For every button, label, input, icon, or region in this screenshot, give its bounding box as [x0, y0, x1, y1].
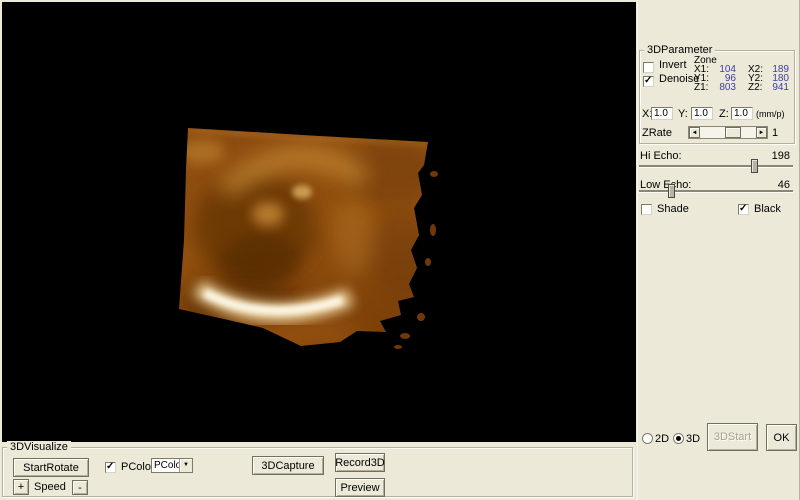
visualize-panel: 3DVisualize StartRotate + Speed - PColor…: [0, 442, 637, 500]
group-3dvisualize: 3DVisualize StartRotate + Speed - PColor…: [2, 447, 633, 497]
zone-z2-value: 941: [767, 83, 789, 93]
zone-z1-value: 803: [714, 83, 736, 93]
parameter-panel: 3DParameter Invert Denoise Zone X1: 104 …: [637, 0, 800, 500]
zrate-scrollbar-thumb[interactable]: [725, 127, 741, 138]
scale-unit-label: (mm/p): [756, 109, 785, 119]
start3d-button[interactable]: 3DStart: [707, 423, 758, 451]
scale-z-label: Z:: [719, 108, 729, 120]
shade-checkbox[interactable]: [641, 204, 652, 215]
start-rotate-button[interactable]: StartRotate: [13, 458, 89, 477]
record3d-button[interactable]: Record3D: [335, 453, 385, 472]
group-3dparameter: 3DParameter Invert Denoise Zone X1: 104 …: [639, 50, 795, 144]
capture3d-button[interactable]: 3DCapture: [252, 456, 324, 475]
hi-echo-slider[interactable]: [639, 159, 793, 173]
scale-x-input[interactable]: 1.0: [651, 107, 673, 120]
zrate-label: ZRate: [642, 127, 672, 139]
mode-3d-radio[interactable]: [673, 433, 684, 444]
speed-label: Speed: [34, 481, 66, 493]
speed-plus-button[interactable]: +: [13, 479, 29, 495]
ultrasound-volume-render: [2, 2, 636, 442]
mode-2d-radio[interactable]: [642, 433, 653, 444]
zone-row-z: Z1: 803 Z2: 941: [694, 83, 794, 93]
black-checkbox[interactable]: [738, 204, 749, 215]
ok-button[interactable]: OK: [766, 424, 797, 451]
scale-z-input[interactable]: 1.0: [731, 107, 753, 120]
scale-y-input[interactable]: 1.0: [691, 107, 713, 120]
speed-minus-button[interactable]: -: [72, 480, 88, 495]
mode-2d-label[interactable]: 2D: [655, 433, 669, 445]
zrate-value: 1: [772, 127, 778, 139]
zone-z1-label: Z1:: [694, 83, 708, 93]
pcolor-label: PColor: [121, 461, 155, 473]
preview-button[interactable]: Preview: [335, 478, 385, 497]
zrate-scrollbar-track[interactable]: [700, 127, 756, 138]
invert-checkbox[interactable]: [643, 62, 654, 73]
shade-label: Shade: [657, 203, 689, 215]
group-3dvisualize-title: 3DVisualize: [7, 441, 71, 453]
low-echo-slider[interactable]: [639, 184, 793, 198]
zrate-scrollbar[interactable]: ◄ ►: [688, 126, 768, 139]
black-label: Black: [754, 203, 781, 215]
low-echo-slider-thumb[interactable]: [668, 184, 675, 198]
invert-label: Invert: [659, 59, 687, 71]
render-viewport[interactable]: [2, 2, 636, 442]
scale-y-label: Y:: [678, 108, 688, 120]
pcolor-select-dropdown-icon[interactable]: ▼: [179, 459, 192, 472]
pcolor-select[interactable]: PColor ▼: [151, 458, 193, 473]
app-window: { "colors": { "panel_bg": "#ece9d8", "vi…: [0, 0, 800, 500]
mode-3d-label[interactable]: 3D: [686, 433, 700, 445]
zrate-left-arrow-icon[interactable]: ◄: [689, 127, 700, 138]
denoise-checkbox[interactable]: [643, 76, 654, 87]
zrate-right-arrow-icon[interactable]: ►: [756, 127, 767, 138]
pcolor-checkbox[interactable]: [105, 462, 116, 473]
pcolor-select-value: PColor: [152, 459, 179, 472]
zone-z2-label: Z2:: [748, 83, 762, 93]
hi-echo-slider-thumb[interactable]: [751, 159, 758, 173]
